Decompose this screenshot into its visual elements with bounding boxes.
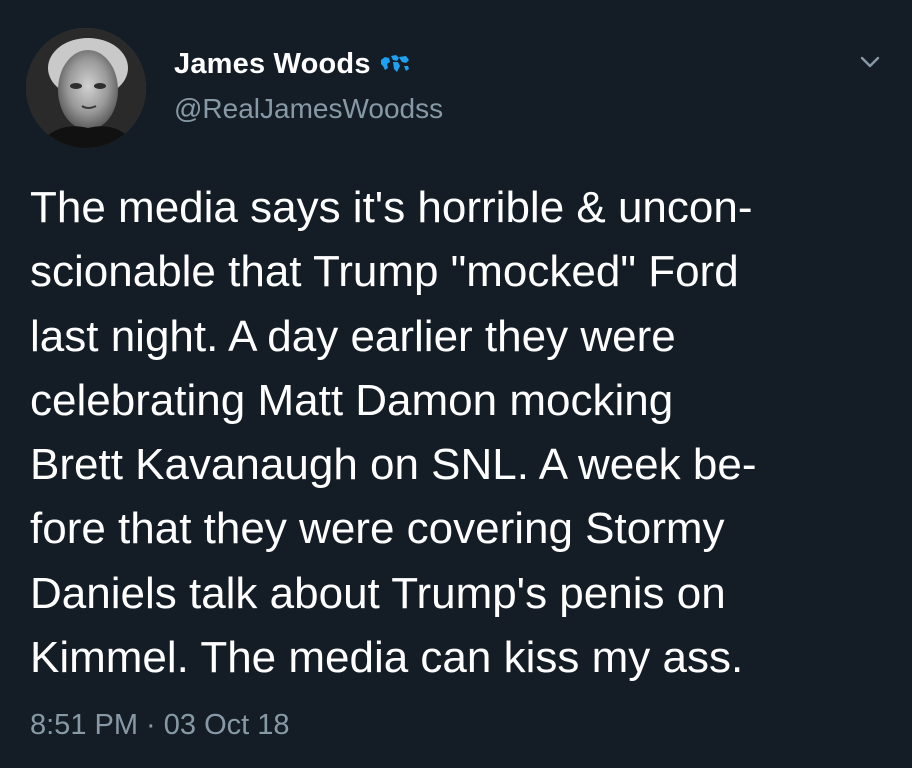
- tweet-text-line: Brett Kavanaugh on SNL. A week be-: [30, 440, 757, 490]
- tweet-text-line: celebrating Matt Damon mocking: [30, 375, 674, 425]
- tweet-text-line: Daniels talk about Trump's penis on: [30, 568, 726, 618]
- author-name-row[interactable]: James Woods: [174, 44, 411, 84]
- display-name[interactable]: James Woods: [174, 48, 371, 81]
- tweet-text-line: fore that they were covering Stormy: [30, 504, 725, 554]
- handle[interactable]: @RealJamesWoodss: [174, 93, 443, 125]
- tweet-text-line: last night. A day earlier they were: [30, 311, 676, 361]
- timestamp[interactable]: 8:51 PM · 03 Oct 18: [30, 709, 290, 742]
- tweet-text: The media says it's horrible & uncon- sc…: [30, 176, 880, 690]
- world-map-badge-icon: [380, 55, 409, 72]
- tweet-text-line: The media says it's horrible & uncon-: [30, 183, 753, 232]
- avatar-photo: [26, 28, 146, 148]
- chevron-down-icon[interactable]: [858, 50, 882, 74]
- tweet-text-line: scionable that Trump "mocked" Ford: [30, 247, 739, 297]
- tweet-card: James Woods @RealJamesWoodss The media s…: [0, 0, 912, 768]
- tweet-text-line: Kimmel. The media can kiss my ass.: [30, 633, 744, 683]
- avatar[interactable]: [26, 28, 146, 148]
